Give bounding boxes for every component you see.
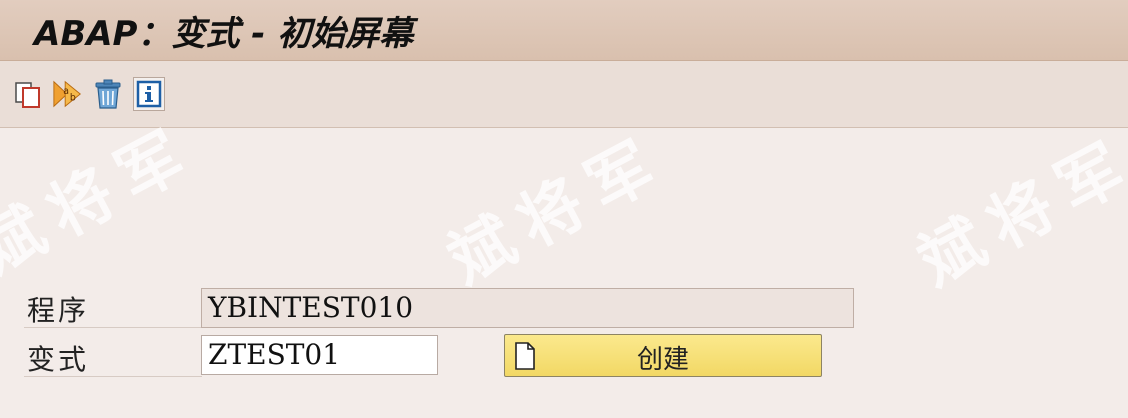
watermark-2: 斌将军 (436, 122, 679, 299)
rename-button[interactable]: a b (52, 77, 84, 111)
delete-button[interactable] (92, 77, 124, 111)
title-bar: ABAP：变式 - 初始屏幕 (0, 0, 1128, 61)
variant-row: 变式 (24, 336, 202, 377)
copy-icon (15, 82, 40, 108)
page-title: ABAP：变式 - 初始屏幕 (34, 14, 414, 54)
info-button[interactable] (133, 77, 165, 111)
watermark-3: 斌将军 (906, 124, 1128, 301)
variant-field[interactable]: ZTEST01 (201, 335, 438, 375)
application-toolbar: a b (0, 61, 1128, 128)
program-label: 程序 (27, 294, 90, 327)
svg-text:a: a (63, 86, 69, 97)
svg-text:b: b (70, 93, 76, 104)
copy-button[interactable] (12, 77, 44, 111)
program-row: 程序 (24, 287, 202, 328)
create-button-label: 创建 (636, 345, 689, 375)
variant-label: 变式 (27, 343, 90, 376)
info-icon (136, 80, 162, 108)
program-field: YBINTEST010 (201, 288, 854, 328)
watermark-1: 斌将军 (0, 112, 209, 289)
create-button[interactable]: 创建 (504, 334, 822, 377)
trash-icon (95, 79, 121, 109)
rename-icon: a b (53, 80, 81, 108)
